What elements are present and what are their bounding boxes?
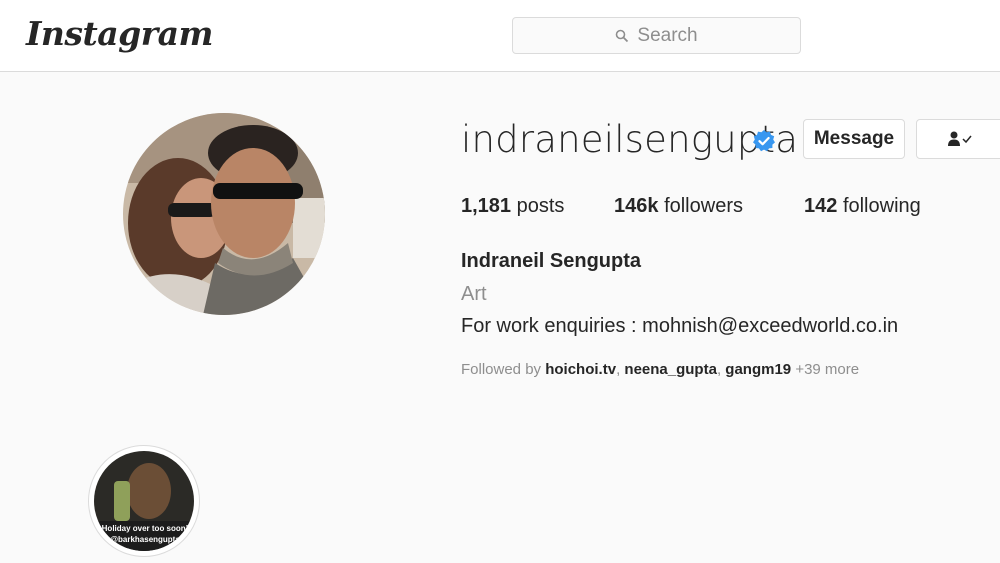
followers-label: followers	[664, 195, 743, 217]
following-toggle-button[interactable]	[916, 119, 1000, 159]
followed-by-more: +39 more	[795, 361, 860, 378]
highlight-cover: Holiday over too soon! @barkhasengupta	[94, 451, 194, 551]
followers-link[interactable]: 146k followers	[614, 195, 743, 218]
profile-full-name: Indraneil Sengupta	[461, 250, 642, 272]
top-navigation-bar: Instagram Search	[0, 0, 1000, 72]
profile-bio: For work enquiries : mohnish@exceedworld…	[461, 315, 899, 337]
posts-number: 1,181	[461, 195, 512, 217]
search-icon	[616, 29, 629, 42]
followed-by-line[interactable]: Followed by hoichoi.tv, neena_gupta, gan…	[461, 361, 859, 378]
followed-by-user: gangm19	[725, 361, 792, 378]
following-link[interactable]: 142 following	[804, 195, 921, 218]
profile-category: Art	[461, 283, 487, 305]
instagram-logo[interactable]: Instagram	[26, 14, 213, 53]
posts-count: 1,181 posts	[461, 195, 564, 218]
posts-label: posts	[516, 195, 565, 217]
following-number: 142	[804, 195, 838, 217]
verified-badge-icon	[753, 130, 775, 152]
search-input[interactable]: Search	[512, 17, 801, 54]
profile-avatar[interactable]	[123, 113, 325, 315]
followed-by-user: neena_gupta	[624, 361, 717, 378]
highlight-mention: @barkhasengupta	[110, 535, 180, 544]
person-check-icon	[948, 131, 972, 146]
story-highlight[interactable]: Holiday over too soon! @barkhasengupta	[88, 445, 200, 557]
followed-by-user: hoichoi.tv	[545, 361, 617, 378]
profile-photo	[123, 113, 325, 315]
profile-username: indraneilsengupta	[461, 118, 799, 161]
search-placeholder: Search	[637, 24, 698, 46]
message-button[interactable]: Message	[803, 119, 905, 159]
following-label: following	[842, 195, 921, 217]
followed-by-prefix: Followed by	[461, 361, 542, 378]
highlight-caption: Holiday over too soon!	[101, 524, 189, 533]
followers-number: 146k	[614, 195, 659, 217]
